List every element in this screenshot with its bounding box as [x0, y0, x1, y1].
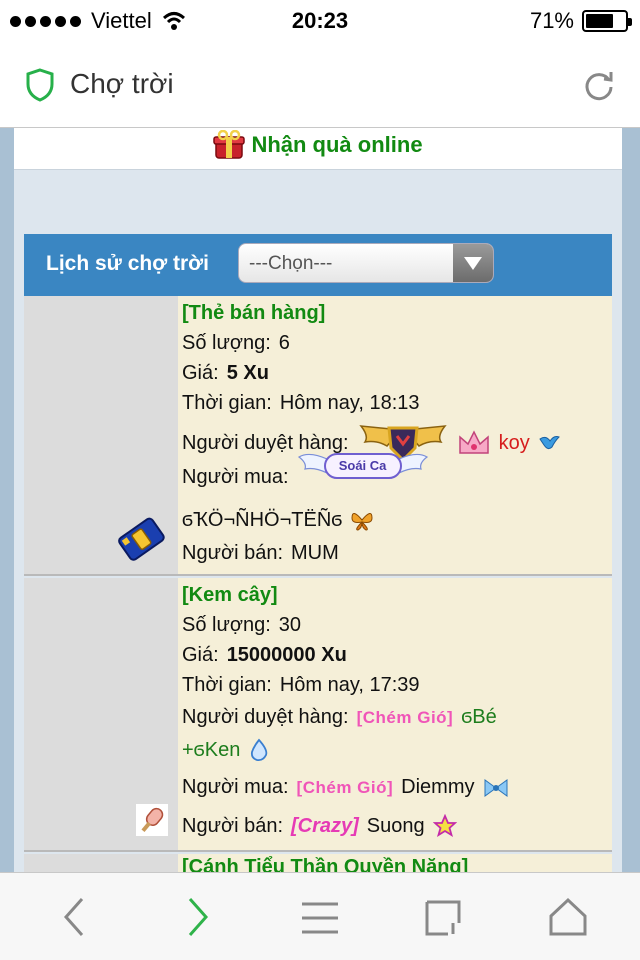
bow-icon: [484, 778, 507, 797]
seller-label: Người bán:: [182, 542, 283, 564]
promo-link[interactable]: Nhận quà online: [251, 132, 422, 158]
forward-icon[interactable]: [186, 895, 212, 939]
price-value: 5 Xu: [226, 362, 269, 384]
star-icon: [432, 814, 457, 837]
list-item: [Kem cây] Số lượng: 30 Giá: 15000000 Xu Th…: [24, 578, 612, 852]
buyer-label: Người mua:: [182, 466, 289, 488]
browser-toolbar: [0, 872, 640, 960]
buyer-name[interactable]: ϭҠÖ¬ÑHÖ¬TËÑϭ: [182, 509, 342, 532]
history-title: Lịch sử chợ trời: [46, 252, 209, 275]
item-icon-column: [24, 296, 178, 574]
qty-label: Số lượng:: [182, 614, 271, 636]
seller-name[interactable]: MUM: [291, 542, 339, 565]
app-root: Viettel 20:23 71% Chợ trời Nhận quà onli…: [0, 0, 640, 960]
buyer-label: Người mua:: [182, 776, 289, 798]
shield-icon: [26, 68, 54, 102]
list-item: [Thẻ bán hàng] Số lượng: 6 Giá: 5 Xu Thời …: [24, 296, 612, 576]
tabs-icon[interactable]: [424, 899, 462, 937]
web-content: Nhận quà online Lịch sử chợ trời ---Chọn…: [0, 128, 640, 872]
item-icon-column: [24, 854, 178, 872]
icecream-icon: [136, 804, 168, 836]
seller-name[interactable]: Suong: [367, 815, 425, 838]
approver-name[interactable]: koy: [499, 432, 530, 455]
approver-name[interactable]: ϭBé: [461, 706, 497, 729]
qty-value: 30: [278, 614, 302, 636]
gift-icon: [213, 130, 246, 159]
content-frame: Nhận quà online Lịch sử chợ trời ---Chọn…: [14, 128, 622, 872]
badge-text: Soái Ca: [338, 457, 387, 473]
item-name[interactable]: [Kem cây]: [182, 584, 278, 607]
water-drop-icon: [251, 738, 268, 762]
time-value: Hôm nay, 17:39: [279, 674, 420, 696]
crown-icon: [458, 430, 489, 454]
select-value: ---Chọn---: [249, 253, 333, 274]
chevron-down-icon: [453, 244, 493, 282]
price-label: Giá:: [182, 644, 219, 666]
clan-tag: [Chém Gió]: [356, 707, 454, 727]
item-name[interactable]: [Cánh Tiểu Thần Quyền Năng]: [182, 856, 468, 872]
price-value: 15000000 Xu: [226, 644, 347, 666]
time-label: Thời gian:: [182, 674, 272, 696]
menu-icon[interactable]: [300, 901, 340, 935]
price-label: Giá:: [182, 362, 219, 384]
bird-icon: [539, 436, 560, 450]
qty-label: Số lượng:: [182, 332, 271, 354]
page-title: Chợ trời: [70, 68, 174, 99]
qty-value: 6: [278, 332, 290, 354]
soai-ca-badge: Soái Ca: [297, 449, 429, 483]
approver-name-continued[interactable]: +ϭKen: [182, 739, 240, 762]
item-name[interactable]: [Thẻ bán hàng]: [182, 302, 325, 325]
approver-label: Người duyệt hàng:: [182, 706, 349, 728]
back-icon[interactable]: [60, 895, 86, 939]
history-header: Lịch sử chợ trời ---Chọn---: [24, 234, 612, 296]
item-icon-column: [24, 578, 178, 850]
card-icon: [118, 517, 165, 561]
home-icon[interactable]: [548, 897, 588, 937]
butterfly-icon: [351, 513, 373, 531]
time-label: Thời gian:: [182, 392, 272, 414]
promo-banner[interactable]: Nhận quà online: [14, 128, 622, 170]
clan-tag: [Chém Gió]: [296, 777, 394, 797]
buyer-name[interactable]: Diemmy: [401, 776, 474, 799]
address-bar[interactable]: Chợ trời: [0, 40, 640, 128]
seller-label: Người bán:: [182, 814, 283, 837]
reload-icon[interactable]: [582, 68, 616, 102]
battery-percent: 71%: [529, 8, 574, 33]
time-value: Hôm nay, 18:13: [279, 392, 420, 414]
clan-tag: [Crazy]: [291, 814, 359, 837]
battery-icon: [582, 10, 632, 32]
list-item: [Cánh Tiểu Thần Quyền Năng]: [24, 854, 612, 872]
history-filter-select[interactable]: ---Chọn---: [238, 243, 494, 283]
status-bar: Viettel 20:23 71%: [0, 0, 640, 40]
